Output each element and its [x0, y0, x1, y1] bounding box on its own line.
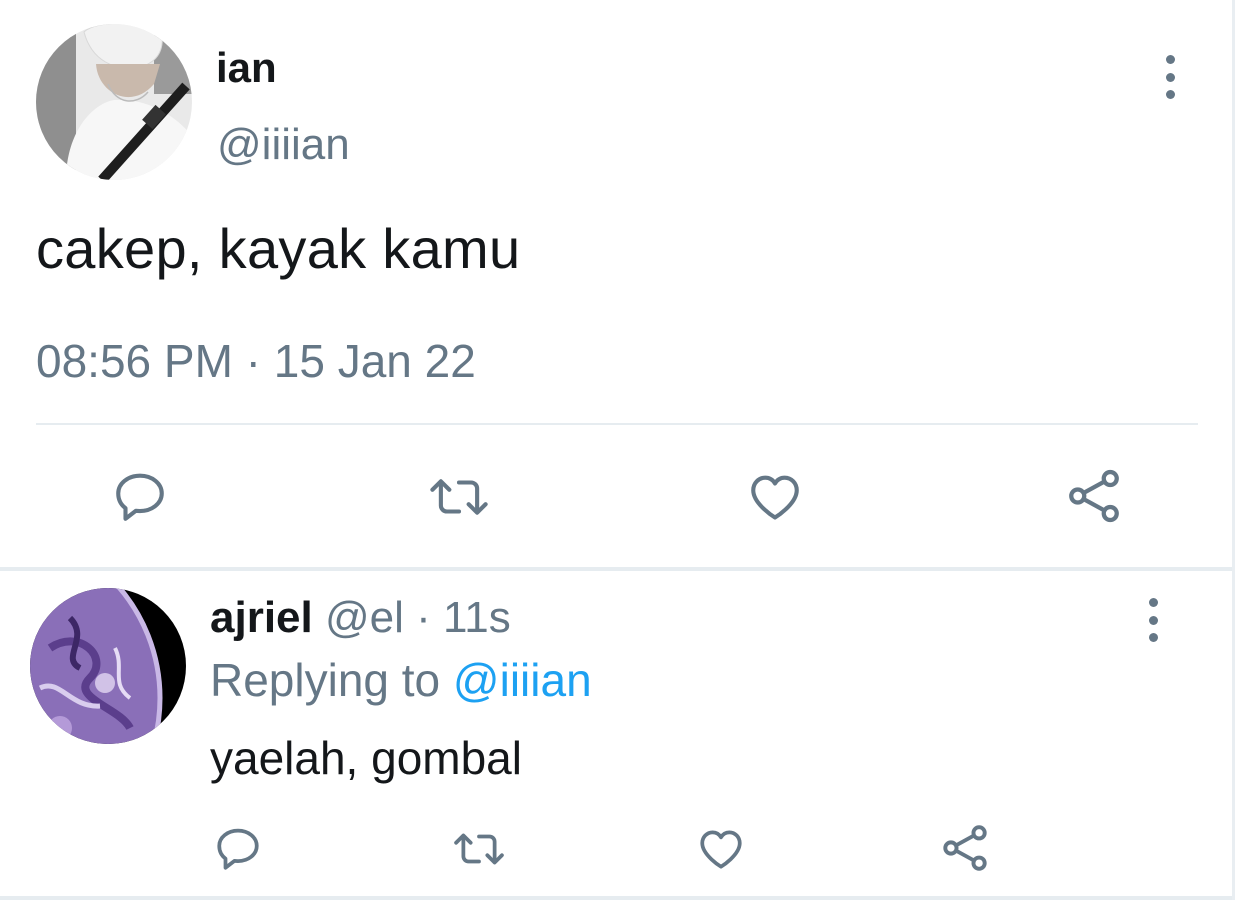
- tweet-separator: [0, 567, 1235, 571]
- display-name[interactable]: ian: [216, 44, 277, 92]
- avatar[interactable]: [36, 24, 192, 180]
- reply-icon[interactable]: [213, 824, 263, 874]
- more-options-icon[interactable]: [1141, 598, 1165, 642]
- more-options-icon[interactable]: [1158, 55, 1182, 99]
- reply-icon[interactable]: [110, 468, 170, 526]
- meta-separator: ·: [403, 593, 444, 642]
- like-icon[interactable]: [745, 468, 805, 526]
- user-handle[interactable]: @el: [325, 593, 404, 642]
- avatar[interactable]: [30, 588, 186, 744]
- tweet-text: yaelah, gombal: [210, 732, 522, 784]
- mention-link[interactable]: @iiiian: [453, 654, 592, 706]
- tweet-time: 11s: [443, 593, 511, 642]
- divider: [36, 423, 1198, 425]
- main-tweet: ian @iiiian cakep, kayak kamu 08:56 PM ·…: [0, 0, 1235, 568]
- share-icon[interactable]: [1064, 466, 1124, 526]
- reply-header: ajriel @el · 11s: [210, 593, 511, 643]
- share-icon[interactable]: [939, 822, 991, 874]
- tweet-timestamp: 08:56 PM · 15 Jan 22: [36, 335, 476, 387]
- like-icon[interactable]: [695, 824, 747, 874]
- user-handle[interactable]: @iiiian: [217, 120, 350, 170]
- retweet-icon[interactable]: [426, 468, 492, 526]
- tweet-text: cakep, kayak kamu: [36, 217, 521, 280]
- divider: [0, 896, 1235, 900]
- profile-photo: [36, 24, 192, 180]
- replying-prefix: Replying to: [210, 654, 453, 706]
- purple-planet-photo: [30, 588, 186, 744]
- display-name[interactable]: ajriel: [210, 593, 313, 642]
- retweet-icon[interactable]: [451, 824, 507, 874]
- replying-to-line: Replying to @iiiian: [210, 653, 592, 707]
